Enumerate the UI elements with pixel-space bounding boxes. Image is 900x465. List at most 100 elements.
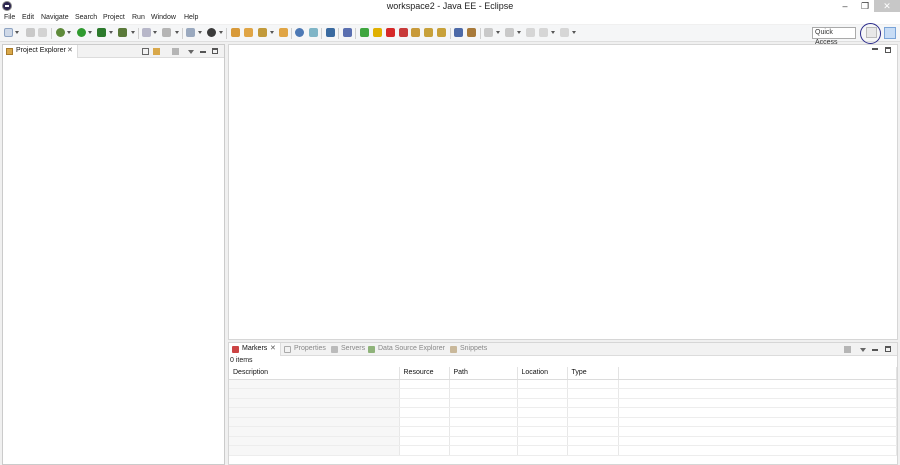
prev-annotation-icon[interactable]	[505, 28, 514, 37]
minimize-window-button[interactable]: –	[835, 0, 855, 12]
menu-bar: File Edit Navigate Search Project Run Wi…	[0, 13, 900, 24]
chevron-down-icon[interactable]	[88, 31, 92, 34]
step-into-icon[interactable]	[411, 28, 420, 37]
toolbar-separator	[138, 28, 139, 39]
drop-to-frame-icon[interactable]	[467, 28, 476, 37]
menu-search[interactable]: Search	[75, 14, 97, 21]
table-cell	[449, 426, 518, 437]
last-edit-icon[interactable]	[526, 28, 535, 37]
menu-file[interactable]: File	[4, 14, 15, 21]
chevron-down-icon[interactable]	[109, 31, 113, 34]
table-cell	[567, 407, 619, 418]
minimize-icon[interactable]	[872, 349, 878, 351]
chevron-down-icon[interactable]	[219, 31, 223, 34]
table-cell	[229, 407, 400, 418]
suspend-icon[interactable]	[373, 28, 382, 37]
tab-project-explorer[interactable]: Project Explorer ✕	[3, 45, 78, 58]
menu-edit[interactable]: Edit	[22, 14, 34, 21]
back-icon[interactable]	[539, 28, 548, 37]
column-path[interactable]: Path	[449, 367, 518, 380]
tab-markers[interactable]: Markers ✕	[229, 343, 281, 356]
chevron-down-icon[interactable]	[270, 31, 274, 34]
disconnect-icon[interactable]	[399, 28, 408, 37]
save-all-icon[interactable]	[38, 28, 47, 37]
link-with-editor-icon[interactable]	[153, 48, 160, 55]
run-icon[interactable]	[77, 28, 86, 37]
chevron-down-icon[interactable]	[496, 31, 500, 34]
external-tools-icon[interactable]	[118, 28, 127, 37]
window-title: workspace2 - Java EE - Eclipse	[386, 1, 514, 11]
globe-icon[interactable]	[295, 28, 304, 37]
chevron-down-icon[interactable]	[175, 31, 179, 34]
maximize-icon[interactable]	[885, 47, 891, 53]
new-icon[interactable]	[4, 28, 13, 37]
save-icon[interactable]	[26, 28, 35, 37]
chevron-down-icon[interactable]	[517, 31, 521, 34]
next-annotation-icon[interactable]	[484, 28, 493, 37]
use-step-filters-icon[interactable]	[454, 28, 463, 37]
chevron-down-icon[interactable]	[551, 31, 555, 34]
new-server-icon[interactable]	[162, 28, 171, 37]
chevron-down-icon[interactable]	[198, 31, 202, 34]
column-resource[interactable]: Resource	[399, 367, 450, 380]
close-window-button[interactable]: ✕	[874, 0, 900, 12]
menu-navigate[interactable]: Navigate	[41, 14, 69, 21]
filter-icon[interactable]	[172, 48, 179, 55]
open-task-icon[interactable]	[186, 28, 195, 37]
column-description[interactable]: Description	[229, 367, 400, 380]
step-return-icon[interactable]	[437, 28, 446, 37]
close-icon[interactable]: ✕	[270, 344, 276, 352]
menu-window[interactable]: Window	[151, 14, 176, 21]
chevron-down-icon[interactable]	[131, 31, 135, 34]
java-ee-perspective-icon[interactable]	[884, 27, 896, 39]
search-icon[interactable]	[309, 28, 318, 37]
toolbar-separator	[338, 28, 339, 39]
step-over-icon[interactable]	[424, 28, 433, 37]
tab-snippets[interactable]: Snippets	[449, 343, 489, 356]
filter-icon[interactable]	[844, 346, 851, 353]
column-filler	[618, 367, 897, 380]
package-icon[interactable]	[244, 28, 253, 37]
table-cell	[517, 379, 568, 389]
open-type-icon[interactable]	[142, 28, 151, 37]
web-browser-icon[interactable]	[207, 28, 216, 37]
terminate-icon[interactable]	[386, 28, 395, 37]
edit-icon[interactable]	[258, 28, 267, 37]
quick-access-input[interactable]: Quick Access	[812, 27, 856, 46]
chevron-down-icon[interactable]	[67, 31, 71, 34]
chevron-down-icon[interactable]	[153, 31, 157, 34]
table-cell	[449, 436, 518, 446]
run-coverage-icon[interactable]	[97, 28, 106, 37]
maximize-icon[interactable]	[212, 48, 218, 54]
open-resource-icon[interactable]	[279, 28, 288, 37]
deploy-icon[interactable]	[231, 28, 240, 37]
menu-project[interactable]: Project	[103, 14, 125, 21]
table-cell	[618, 436, 897, 446]
debug-settings-icon[interactable]	[56, 28, 65, 37]
minimize-icon[interactable]	[872, 48, 878, 50]
close-icon[interactable]: ✕	[67, 46, 73, 54]
skip-breakpoints-icon[interactable]	[343, 28, 352, 37]
chevron-down-icon[interactable]	[15, 31, 19, 34]
table-cell	[399, 445, 450, 456]
tab-data-source-explorer[interactable]: Data Source Explorer	[367, 343, 447, 356]
table-row	[229, 426, 897, 437]
column-location[interactable]: Location	[517, 367, 568, 380]
editor-area[interactable]	[228, 44, 898, 340]
forward-icon[interactable]	[560, 28, 569, 37]
menu-run[interactable]: Run	[132, 14, 145, 21]
view-menu-icon[interactable]	[860, 348, 866, 352]
menu-help[interactable]: Help	[184, 14, 198, 21]
console-icon[interactable]	[326, 28, 335, 37]
collapse-all-icon[interactable]	[142, 48, 149, 55]
column-type[interactable]: Type	[567, 367, 619, 380]
chevron-down-icon[interactable]	[572, 31, 576, 34]
resume-icon[interactable]	[360, 28, 369, 37]
view-menu-icon[interactable]	[188, 50, 194, 54]
tab-properties[interactable]: Properties	[283, 343, 328, 356]
tab-servers[interactable]: Servers	[330, 343, 366, 356]
table-cell	[517, 445, 568, 456]
restore-window-button[interactable]: ❐	[855, 0, 875, 12]
maximize-icon[interactable]	[885, 346, 891, 352]
minimize-icon[interactable]	[200, 51, 206, 53]
